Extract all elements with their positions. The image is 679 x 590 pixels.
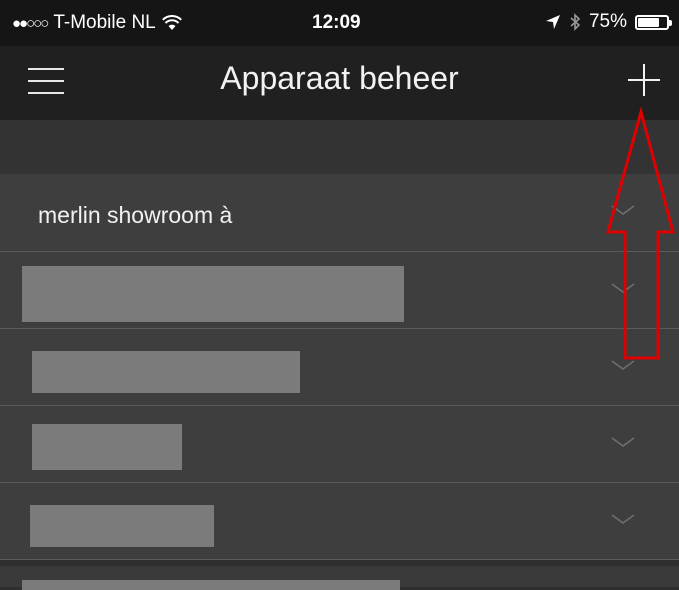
carrier-name: T-Mobile NL bbox=[53, 12, 156, 33]
page-title: Apparaat beheer bbox=[220, 60, 459, 96]
chevron-down-icon[interactable] bbox=[611, 276, 635, 300]
device-row[interactable] bbox=[0, 252, 679, 329]
partial-device-row bbox=[0, 566, 679, 590]
redacted-block bbox=[22, 266, 404, 322]
status-right-group: 75% bbox=[545, 11, 672, 33]
device-list: merlin showroom à bbox=[0, 174, 679, 560]
redacted-block bbox=[30, 505, 214, 547]
status-bar: ●●○○○ T-Mobile NL 12:09 75% bbox=[0, 0, 679, 46]
battery-percentage: 75% bbox=[588, 11, 627, 32]
device-row[interactable]: merlin showroom à bbox=[0, 174, 679, 252]
bluetooth-icon bbox=[570, 13, 581, 31]
device-row[interactable] bbox=[0, 406, 679, 483]
navigation-bar: Apparaat beheer bbox=[0, 46, 679, 120]
chevron-down-icon[interactable] bbox=[611, 198, 635, 222]
chevron-down-icon[interactable] bbox=[611, 507, 635, 531]
carrier-group: ●●○○○ T-Mobile NL bbox=[12, 12, 182, 34]
redacted-block bbox=[22, 580, 400, 590]
wifi-icon bbox=[161, 15, 182, 30]
device-row[interactable] bbox=[0, 329, 679, 406]
redacted-block bbox=[32, 351, 300, 393]
section-spacer bbox=[0, 120, 679, 174]
redacted-block bbox=[32, 424, 182, 470]
chevron-down-icon[interactable] bbox=[611, 430, 635, 454]
location-arrow-icon bbox=[545, 15, 560, 29]
device-name: merlin showroom à bbox=[38, 202, 233, 228]
device-row[interactable] bbox=[0, 483, 679, 560]
clock: 12:09 bbox=[312, 12, 361, 33]
signal-strength-icon: ●●○○○ bbox=[12, 14, 49, 32]
plus-icon[interactable] bbox=[626, 62, 662, 98]
chevron-down-icon[interactable] bbox=[611, 353, 635, 377]
battery-icon bbox=[635, 14, 672, 30]
battery-level bbox=[638, 17, 659, 27]
